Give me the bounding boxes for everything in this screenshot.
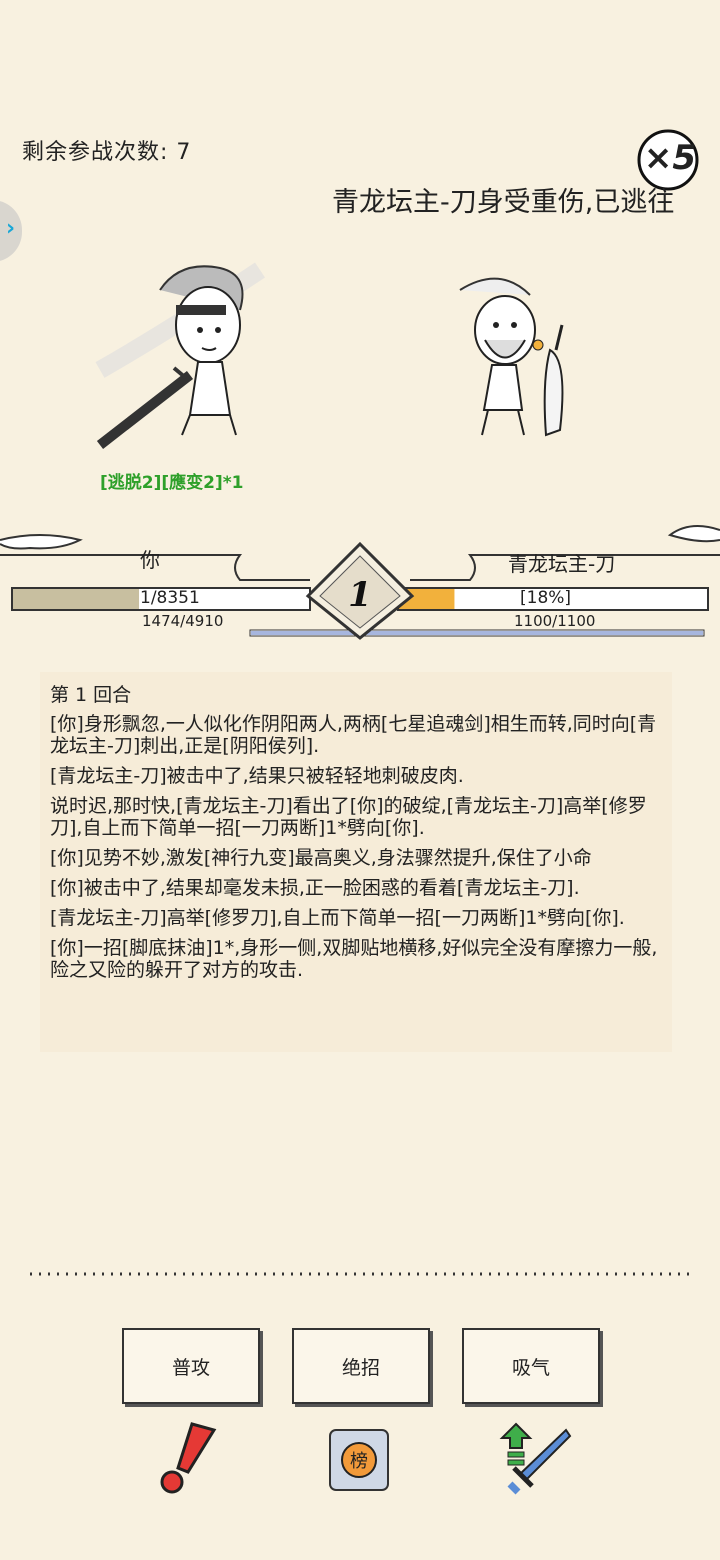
- log-line: [你]一招[脚底抹油]1*,身形一侧,双脚贴地横移,好似完全没有摩擦力一般,险之…: [50, 937, 658, 981]
- enemy-name: 青龙坛主-刀: [508, 552, 616, 576]
- log-line: 说时迟,那时快,[青龙坛主-刀]看出了[你]的破绽,[青龙坛主-刀]高举[修罗刀…: [50, 795, 647, 839]
- sword-upgrade-icon[interactable]: [496, 1422, 576, 1498]
- attack-button[interactable]: 普攻: [122, 1328, 260, 1404]
- chevron-right-icon[interactable]: ›: [6, 216, 15, 241]
- ranking-glyph: 榜: [350, 1451, 368, 1472]
- log-line: [你]被击中了,结果却毫发未损,正一脸困惑的看着[青龙坛主-刀].: [50, 877, 580, 899]
- player-hp-text: 1/8351: [140, 588, 200, 608]
- player-name: 你: [140, 548, 160, 572]
- combat-banner: 青龙坛主-刀身受重伤,已逃往: [332, 187, 675, 218]
- log-line: [你]身形飘忽,一人似化作阴阳两人,两柄[七星追魂剑]相生而转,同时向[青龙坛主…: [50, 713, 657, 757]
- remaining-battles: 剩余参战次数: 7: [22, 140, 192, 165]
- ultimate-button[interactable]: 绝招: [292, 1328, 430, 1404]
- enemy-mp-bar: [251, 631, 703, 635]
- ranking-scroll-icon[interactable]: 榜: [322, 1424, 396, 1496]
- player-status-effects: [逃脱2][應变2]*1: [100, 473, 244, 493]
- log-line: [青龙坛主-刀]高举[修罗刀],自上而下简单一招[一刀两断]1*劈向[你].: [50, 907, 625, 929]
- exclamation-icon[interactable]: [152, 1420, 220, 1496]
- enemy-character: [459, 277, 564, 437]
- breath-button[interactable]: 吸气: [462, 1328, 600, 1404]
- log-line: [青龙坛主-刀]被击中了,结果只被轻轻地刺破皮肉.: [50, 765, 464, 787]
- player-mp-text: 1474/4910: [142, 612, 224, 630]
- divider: [30, 1272, 692, 1276]
- combat-log[interactable]: 第 1 回合 [你]身形飘忽,一人似化作阴阳两人,两柄[七星追魂剑]相生而转,同…: [40, 672, 672, 1052]
- round-title: 第 1 回合: [50, 684, 132, 706]
- log-line: [你]见势不妙,激发[神行九变]最高奥义,身法骤然提升,保住了小命: [50, 847, 592, 869]
- enemy-hp-text: [18%]: [520, 588, 572, 608]
- enemy-mp-text: 1100/1100: [514, 612, 596, 630]
- speed-label[interactable]: ×5: [642, 138, 698, 178]
- player-hp-bar: [13, 589, 140, 609]
- health-panel: 1: [0, 525, 720, 640]
- player-character: [95, 262, 265, 449]
- round-badge: 1: [348, 575, 372, 615]
